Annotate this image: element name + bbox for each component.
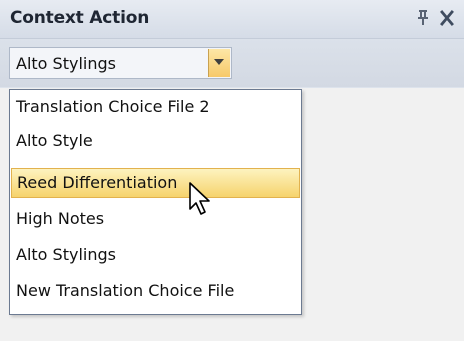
- panel-titlebar: Context Action: [0, 0, 464, 39]
- close-icon[interactable]: [438, 8, 456, 28]
- dropdown-list: Translation Choice File 2 Alto Style Ree…: [9, 89, 302, 315]
- dropdown-button[interactable]: [208, 49, 230, 77]
- panel-toolbar: Alto Stylings: [0, 39, 464, 87]
- combo-value: Alto Stylings: [16, 54, 116, 73]
- panel-title: Context Action: [10, 8, 150, 28]
- dropdown-item-translation-choice-file-2[interactable]: Translation Choice File 2: [11, 92, 300, 122]
- dropdown-item-high-notes[interactable]: High Notes: [11, 204, 300, 234]
- mouse-cursor-icon: [189, 182, 210, 215]
- dropdown-item-reed-differentiation[interactable]: Reed Differentiation: [11, 168, 300, 198]
- dropdown-item-new-translation-choice-file[interactable]: New Translation Choice File: [11, 276, 300, 306]
- pin-icon[interactable]: [414, 7, 432, 29]
- dropdown-item-alto-style[interactable]: Alto Style: [11, 126, 300, 156]
- context-action-combo[interactable]: Alto Stylings: [9, 47, 232, 79]
- chevron-down-icon: [214, 59, 224, 65]
- context-action-panel: Context Action Alto Stylings Translation…: [0, 0, 464, 341]
- dropdown-item-alto-stylings[interactable]: Alto Stylings: [11, 240, 300, 270]
